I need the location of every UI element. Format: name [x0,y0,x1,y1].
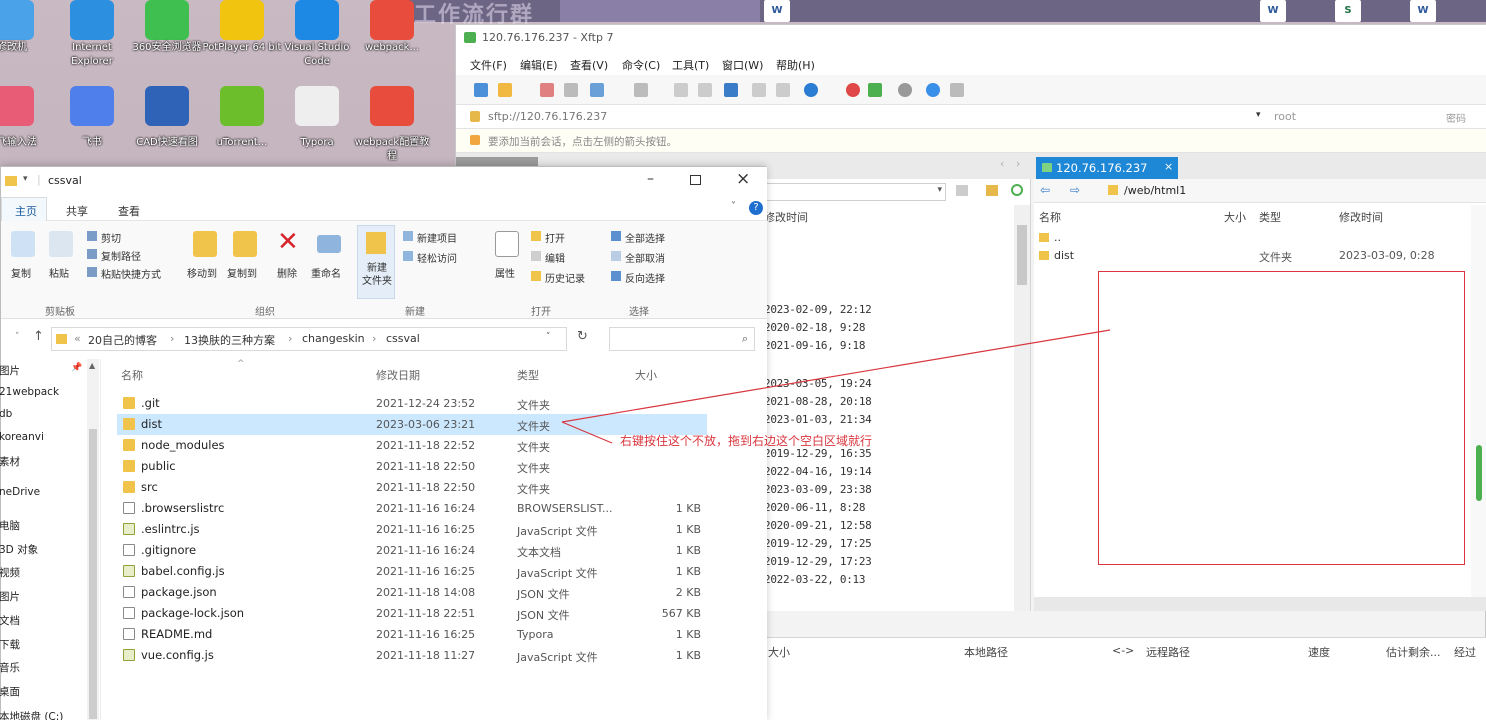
annotation-callout-line [561,421,613,444]
annotation-arrow-line [561,329,1111,423]
annotation-text: 右键按住这个不放，拖到右边这个空白区域就行 [620,433,872,448]
annotation-overlay: 右键按住这个不放，拖到右边这个空白区域就行 [561,329,1111,448]
screen: 工作流行群 修改机 Internet Explorer 360安全浏览器 PotPla… [0,0,1486,720]
